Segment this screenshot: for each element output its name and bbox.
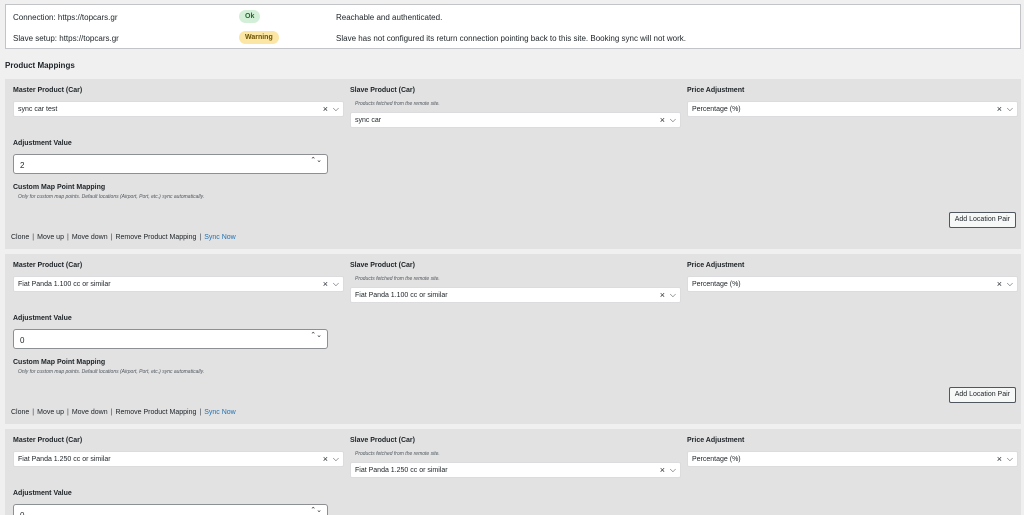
adjustment-value-label: Adjustment Value (13, 315, 72, 322)
stepper-icon[interactable]: ⌃⌄ (310, 507, 322, 514)
adjustment-value-input[interactable]: 2 ⌃⌄ (13, 154, 328, 174)
status-row-slave-setup: Slave setup: https://topcars.gr Warning … (6, 28, 1020, 48)
price-adjustment-select[interactable]: Percentage (%) × ⌵ (687, 101, 1018, 117)
adjustment-value-input[interactable]: 0 ⌃⌄ (13, 329, 328, 349)
clear-icon[interactable]: × (323, 279, 328, 289)
sync-now-link[interactable]: Sync Now (204, 234, 236, 241)
slave-product-select[interactable]: Fiat Panda 1.250 cc or similar × ⌵ (350, 462, 681, 478)
clear-icon[interactable]: × (997, 454, 1002, 464)
connection-status-panel: Connection: https://topcars.gr Ok Reacha… (5, 4, 1021, 49)
remove-mapping-link[interactable]: Remove Product Mapping (115, 234, 196, 241)
custom-map-label: Custom Map Point Mapping (13, 359, 106, 366)
select-value: Fiat Panda 1.250 cc or similar (18, 456, 111, 463)
adjustment-value-input[interactable]: 0 ⌃⌄ (13, 504, 328, 515)
mapping-actions: Clone | Move up | Move down | Remove Product M… (11, 234, 236, 241)
input-value: 0 (20, 511, 24, 515)
section-title: Product Mappings (5, 61, 75, 70)
adjustment-value-label: Adjustment Value (13, 490, 72, 497)
slave-product-select[interactable]: sync car × ⌵ (350, 112, 681, 128)
slave-product-select[interactable]: Fiat Panda 1.100 cc or similar × ⌵ (350, 287, 681, 303)
custom-map-hint: Only for custom map points. Default loca… (18, 369, 205, 375)
master-product-select[interactable]: Fiat Panda 1.100 cc or similar × ⌵ (13, 276, 344, 292)
slave-label: Slave Product (Car) (350, 87, 415, 94)
select-value: Fiat Panda 1.100 cc or similar (355, 292, 448, 299)
status-message: Slave has not configured its return conn… (336, 34, 686, 43)
select-value: sync car test (18, 106, 58, 113)
move-up-link[interactable]: Move up (37, 409, 64, 416)
select-value: sync car (355, 117, 382, 124)
select-value: Fiat Panda 1.100 cc or similar (18, 281, 111, 288)
remove-mapping-link[interactable]: Remove Product Mapping (115, 409, 196, 416)
status-label: Slave setup: https://topcars.gr (13, 34, 119, 43)
add-location-pair-button[interactable]: Add Location Pair (948, 387, 1016, 403)
chevron-down-icon[interactable]: ⌵ (1007, 454, 1013, 464)
select-value: Percentage (%) (692, 281, 741, 288)
chevron-down-icon[interactable]: ⌵ (670, 290, 676, 300)
product-mapping: Master Product (Car) Fiat Panda 1.100 cc… (5, 254, 1021, 424)
product-mapping: Master Product (Car) Fiat Panda 1.250 cc… (5, 429, 1021, 515)
slave-label: Slave Product (Car) (350, 262, 415, 269)
clear-icon[interactable]: × (660, 115, 665, 125)
slave-hint: Products fetched from the remote site. (355, 451, 440, 457)
adjustment-value-label: Adjustment Value (13, 140, 72, 147)
status-badge: Warning (239, 31, 279, 44)
master-product-select[interactable]: sync car test × ⌵ (13, 101, 344, 117)
move-up-link[interactable]: Move up (37, 234, 64, 241)
master-product-select[interactable]: Fiat Panda 1.250 cc or similar × ⌵ (13, 451, 344, 467)
price-label: Price Adjustment (687, 87, 745, 94)
select-value: Fiat Panda 1.250 cc or similar (355, 467, 448, 474)
slave-hint: Products fetched from the remote site. (355, 101, 440, 107)
slave-label: Slave Product (Car) (350, 437, 415, 444)
status-message: Reachable and authenticated. (336, 13, 443, 22)
sync-now-link[interactable]: Sync Now (204, 409, 236, 416)
chevron-down-icon[interactable]: ⌵ (1007, 104, 1013, 114)
custom-map-hint: Only for custom map points. Default loca… (18, 194, 205, 200)
master-label: Master Product (Car) (13, 262, 83, 269)
status-label: Connection: https://topcars.gr (13, 13, 118, 22)
move-down-link[interactable]: Move down (72, 234, 108, 241)
stepper-icon[interactable]: ⌃⌄ (310, 332, 322, 339)
stepper-icon[interactable]: ⌃⌄ (310, 157, 322, 164)
price-label: Price Adjustment (687, 262, 745, 269)
input-value: 0 (20, 336, 25, 345)
price-adjustment-select[interactable]: Percentage (%) × ⌵ (687, 451, 1018, 467)
price-adjustment-select[interactable]: Percentage (%) × ⌵ (687, 276, 1018, 292)
clear-icon[interactable]: × (660, 290, 665, 300)
chevron-down-icon[interactable]: ⌵ (670, 115, 676, 125)
clone-link[interactable]: Clone (11, 409, 29, 416)
clear-icon[interactable]: × (660, 465, 665, 475)
add-location-pair-button[interactable]: Add Location Pair (948, 212, 1016, 228)
product-mapping: Master Product (Car) sync car test × ⌵ S… (5, 79, 1021, 249)
clear-icon[interactable]: × (997, 104, 1002, 114)
input-value: 2 (20, 161, 25, 170)
master-label: Master Product (Car) (13, 87, 83, 94)
mapping-actions: Clone | Move up | Move down | Remove Product M… (11, 409, 236, 416)
chevron-down-icon[interactable]: ⌵ (333, 279, 339, 289)
price-label: Price Adjustment (687, 437, 745, 444)
select-value: Percentage (%) (692, 106, 741, 113)
move-down-link[interactable]: Move down (72, 409, 108, 416)
chevron-down-icon[interactable]: ⌵ (1007, 279, 1013, 289)
clear-icon[interactable]: × (323, 454, 328, 464)
chevron-down-icon[interactable]: ⌵ (333, 454, 339, 464)
custom-map-label: Custom Map Point Mapping (13, 184, 106, 191)
master-label: Master Product (Car) (13, 437, 83, 444)
slave-hint: Products fetched from the remote site. (355, 276, 440, 282)
chevron-down-icon[interactable]: ⌵ (333, 104, 339, 114)
clear-icon[interactable]: × (997, 279, 1002, 289)
select-value: Percentage (%) (692, 456, 741, 463)
status-row-connection: Connection: https://topcars.gr Ok Reacha… (6, 7, 1020, 27)
chevron-down-icon[interactable]: ⌵ (670, 465, 676, 475)
status-badge: Ok (239, 10, 261, 23)
clone-link[interactable]: Clone (11, 234, 29, 241)
clear-icon[interactable]: × (323, 104, 328, 114)
